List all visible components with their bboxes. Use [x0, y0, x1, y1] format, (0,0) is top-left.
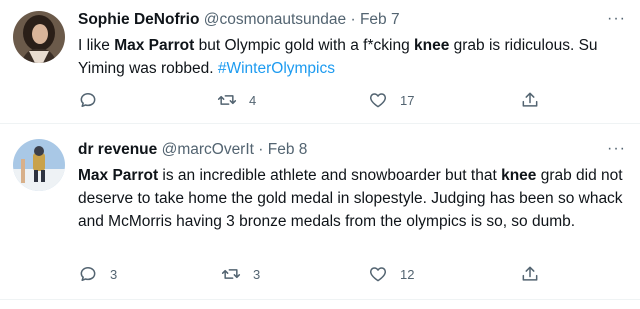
share-button[interactable] [520, 264, 540, 284]
retweet-icon [221, 269, 241, 279]
separator: · [258, 141, 264, 158]
more-options-button[interactable]: ··· [607, 140, 626, 158]
tweet-text: Max Parrot is an incredible athlete and … [78, 164, 626, 233]
retweet-button[interactable]: 3 [221, 264, 260, 284]
tweet-text-segment: is an incredible athlete and snowboarder… [158, 167, 502, 184]
share-button[interactable] [520, 90, 540, 110]
reply-count: 3 [110, 266, 118, 282]
retweet-icon [217, 95, 237, 105]
tweet[interactable]: dr revenue @marcOverIt · Feb 8 Max Parro… [0, 124, 640, 300]
tweet-header: dr revenue @marcOverIt · Feb 8 [78, 140, 626, 160]
highlighted-keyword: knee [501, 167, 537, 184]
avatar[interactable] [13, 139, 65, 191]
like-button[interactable]: 12 [368, 264, 414, 284]
reply-button[interactable] [78, 90, 110, 110]
tweet-content: Sophie DeNofrio @cosmonautsundae · Feb 7… [78, 10, 626, 80]
display-name[interactable]: Sophie DeNofrio [78, 11, 199, 28]
retweet-button[interactable]: 4 [217, 90, 256, 110]
reply-icon [80, 267, 96, 281]
tweet-text-segment: but Olympic gold with a f*cking [194, 37, 414, 54]
reply-button[interactable]: 3 [78, 264, 117, 284]
share-icon [522, 266, 538, 281]
display-name[interactable]: dr revenue [78, 141, 157, 158]
like-count: 17 [400, 92, 415, 108]
handle[interactable]: @cosmonautsundae [204, 11, 346, 28]
avatar-image [13, 139, 65, 191]
like-button[interactable]: 17 [368, 90, 414, 110]
retweet-count: 4 [249, 92, 257, 108]
like-count: 12 [400, 266, 415, 282]
highlighted-keyword: Max Parrot [78, 167, 159, 184]
tweet-text-segment: I like [78, 37, 115, 54]
hashtag-link[interactable]: #WinterOlympics [218, 60, 335, 77]
avatar[interactable] [13, 11, 65, 63]
separator: · [350, 11, 356, 28]
heart-icon [369, 267, 387, 282]
handle[interactable]: @marcOverIt [162, 141, 254, 158]
tweet-content: dr revenue @marcOverIt · Feb 8 Max Parro… [78, 140, 626, 233]
timestamp[interactable]: Feb 8 [268, 141, 308, 158]
highlighted-keyword: knee [414, 37, 450, 54]
tweet-header: Sophie DeNofrio @cosmonautsundae · Feb 7 [78, 10, 626, 30]
highlighted-keyword: Max Parrot [114, 37, 195, 54]
more-options-button[interactable]: ··· [607, 10, 626, 28]
reply-icon [80, 93, 96, 107]
avatar-image [13, 11, 65, 63]
retweet-count: 3 [253, 266, 261, 282]
timestamp[interactable]: Feb 7 [360, 11, 400, 28]
share-icon [522, 92, 538, 107]
heart-icon [369, 93, 387, 108]
tweet[interactable]: Sophie DeNofrio @cosmonautsundae · Feb 7… [0, 0, 640, 124]
tweet-text: I like Max Parrot but Olympic gold with … [78, 34, 626, 80]
